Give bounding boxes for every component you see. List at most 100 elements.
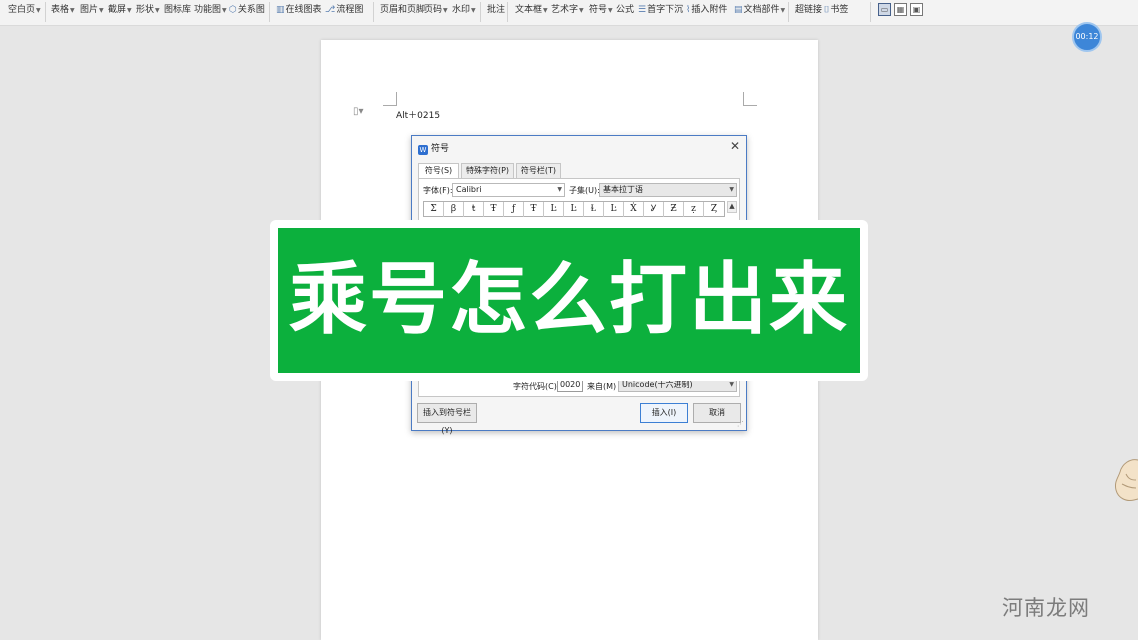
- tab-special-characters[interactable]: 特殊字符(P): [461, 163, 514, 179]
- symbol-cell[interactable]: Ẋ: [624, 202, 644, 217]
- symbol-cell[interactable]: ƒ: [504, 202, 524, 217]
- page-number-button[interactable]: 页码▼: [424, 4, 448, 17]
- chart-icon: ▥: [276, 5, 285, 15]
- insert-button[interactable]: 插入(I): [640, 403, 688, 423]
- word-art-button[interactable]: 艺术字▼: [551, 4, 584, 17]
- chevron-down-icon: ▼: [543, 7, 548, 14]
- attachment-label: 插入附件: [691, 5, 728, 15]
- chevron-down-icon: ▼: [579, 7, 584, 14]
- font-label: 字体(F):: [423, 186, 453, 195]
- web-view-icon[interactable]: ▦: [894, 3, 907, 16]
- cancel-button[interactable]: 取消: [693, 403, 741, 423]
- toolbar-divider: [45, 2, 46, 22]
- symbol-cell[interactable]: Ŀ: [564, 202, 584, 217]
- toolbar-divider: [480, 2, 481, 22]
- icon-library-button[interactable]: 图标库: [164, 4, 191, 16]
- page-view-icon[interactable]: ▭: [878, 3, 891, 16]
- title-banner: 乘号怎么打出来: [270, 220, 868, 381]
- symbol-cell[interactable]: Ŀ: [604, 202, 624, 217]
- symbol-cell[interactable]: ẓ: [684, 202, 704, 217]
- tab-symbols[interactable]: 符号(S): [418, 163, 459, 179]
- online-chart-label: 在线图表: [285, 5, 322, 15]
- chevron-down-icon: ▼: [557, 186, 562, 193]
- drop-cap-button[interactable]: ☰首字下沉: [638, 4, 683, 16]
- symbol-cell[interactable]: ŧ: [464, 202, 484, 217]
- bookmark-label: 书签: [830, 5, 849, 15]
- picture-button[interactable]: 图片▼: [80, 4, 104, 17]
- chevron-down-icon: ▼: [471, 7, 476, 14]
- toolbar-divider: [870, 2, 871, 22]
- relation-chart-icon: ⬡: [229, 5, 237, 15]
- insert-to-symbol-bar-button[interactable]: 插入到符号栏(Y): [417, 403, 477, 435]
- watermark-label: 水印: [452, 5, 471, 15]
- chevron-down-icon: ▼: [443, 7, 448, 14]
- hyperlink-button[interactable]: 超链接: [795, 4, 822, 16]
- from-label: 来自(M): [587, 382, 617, 391]
- doc-parts-button[interactable]: ▤文档部件▼: [734, 4, 785, 17]
- text-box-button[interactable]: 文本框▼: [515, 4, 548, 17]
- symbol-button[interactable]: 符号▼: [589, 4, 613, 17]
- timer-badge: 00:12: [1072, 22, 1102, 52]
- toolbar-divider: [269, 2, 270, 22]
- document-icon: ▤: [734, 5, 743, 15]
- tab-symbol-bar[interactable]: 符号栏(T): [516, 163, 561, 179]
- paste-options-icon[interactable]: ▯▾: [353, 106, 364, 117]
- toolbar-divider: [373, 2, 374, 22]
- page-number-label: 页码: [424, 5, 443, 15]
- relation-chart-button[interactable]: ⬡关系图: [229, 4, 265, 16]
- formula-button[interactable]: 公式: [616, 4, 634, 16]
- hand-pointer-icon: [1115, 459, 1138, 501]
- chevron-down-icon: ▼: [99, 7, 104, 14]
- char-code-label: 字符代码(C):: [513, 382, 560, 391]
- function-chart-button[interactable]: 功能图▼: [194, 4, 227, 17]
- symbol-cell[interactable]: Ȥ: [704, 202, 724, 217]
- symbol-cell[interactable]: Σ: [424, 202, 444, 217]
- symbol-cell[interactable]: Ɫ: [584, 202, 604, 217]
- chevron-down-icon: ▼: [608, 7, 613, 14]
- screenshot-button[interactable]: 截屏▼: [108, 4, 132, 17]
- comment-button[interactable]: 批注: [487, 4, 505, 16]
- title-banner-fill: 乘号怎么打出来: [278, 228, 860, 373]
- margin-corner-marker: [383, 92, 397, 106]
- document-text: Alt＋0215: [396, 111, 441, 121]
- close-icon[interactable]: ✕: [730, 139, 740, 153]
- online-chart-button[interactable]: ▥在线图表: [276, 4, 322, 16]
- font-select[interactable]: Calibri ▼: [452, 183, 565, 197]
- symbol-grid: Σ ꞵ ŧ Ŧ ƒ Ŧ Ŀ Ŀ Ɫ Ŀ Ẋ Ỿ Ƶ ẓ Ȥ: [423, 201, 725, 217]
- scroll-up-icon[interactable]: ▲: [727, 201, 737, 213]
- chevron-down-icon: ▼: [780, 7, 786, 14]
- subset-select[interactable]: 基本拉丁语 ▼: [599, 183, 737, 197]
- relation-chart-label: 关系图: [237, 5, 265, 15]
- chevron-down-icon: ▼: [155, 7, 160, 14]
- flowchart-button[interactable]: ⎇流程图: [325, 4, 363, 16]
- table-button[interactable]: 表格▼: [51, 4, 75, 17]
- dialog-title-bar: W 符号: [418, 141, 449, 155]
- watermark-button[interactable]: 水印▼: [452, 4, 476, 17]
- bookmark-button[interactable]: ⌷书签: [824, 4, 848, 16]
- shape-label: 形状: [136, 5, 155, 15]
- symbol-cell[interactable]: Ỿ: [644, 202, 664, 217]
- word-art-label: 艺术字: [551, 5, 579, 15]
- flowchart-label: 流程图: [336, 5, 364, 15]
- header-footer-button[interactable]: 页眉和页脚: [380, 4, 425, 16]
- toolbar-divider: [788, 2, 789, 22]
- wps-logo-icon: W: [418, 145, 428, 155]
- symbol-cell[interactable]: ꞵ: [444, 202, 464, 217]
- outline-view-icon[interactable]: ▣: [910, 3, 923, 16]
- paperclip-icon: ⌇: [686, 5, 691, 15]
- attachment-button[interactable]: ⌇插入附件: [686, 4, 727, 16]
- symbol-cell[interactable]: Ŀ: [544, 202, 564, 217]
- resize-grip-icon[interactable]: ⋰: [737, 420, 744, 428]
- ribbon-toolbar: 空白页▼ 表格▼ 图片▼ 截屏▼ 形状▼ 图标库 功能图▼ ⬡关系图 ▥在线图表…: [0, 0, 1138, 26]
- drop-cap-label: 首字下沉: [647, 5, 684, 15]
- shape-button[interactable]: 形状▼: [136, 4, 160, 17]
- drop-cap-icon: ☰: [638, 5, 647, 15]
- comment-label: 批注: [487, 5, 506, 15]
- formula-label: 公式: [616, 5, 635, 15]
- blank-page-button[interactable]: 空白页▼: [8, 4, 41, 17]
- symbol-cell[interactable]: Ŧ: [524, 202, 544, 217]
- subset-label: 子集(U):: [569, 186, 600, 195]
- subset-select-value: 基本拉丁语: [603, 185, 643, 194]
- symbol-cell[interactable]: Ŧ: [484, 202, 504, 217]
- symbol-cell[interactable]: Ƶ: [664, 202, 684, 217]
